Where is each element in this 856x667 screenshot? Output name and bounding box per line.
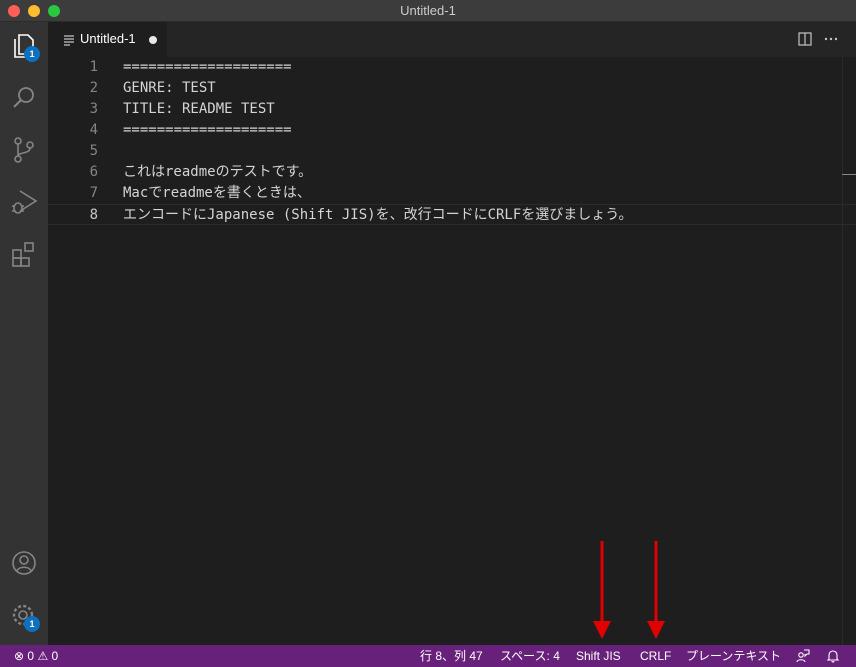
- warning-count: 0: [51, 649, 59, 663]
- title-bar: Untitled-1: [0, 0, 856, 22]
- code-line[interactable]: 3 TITLE: README TEST: [48, 99, 856, 120]
- code-line[interactable]: 4 ====================: [48, 120, 856, 141]
- more-actions-icon[interactable]: [823, 31, 839, 47]
- accounts-button[interactable]: [8, 547, 40, 579]
- tab-label: Untitled-1: [80, 31, 136, 46]
- search-button[interactable]: [8, 82, 40, 114]
- error-count: 0: [27, 649, 35, 663]
- unsaved-dot-icon[interactable]: [149, 36, 157, 44]
- line-number: 1: [89, 59, 98, 75]
- encoding-status[interactable]: Shift JIS: [576, 649, 621, 663]
- manage-button[interactable]: 1: [8, 599, 40, 632]
- editor[interactable]: 1 ==================== 2 GENRE: TEST 3 T…: [48, 57, 856, 645]
- current-code-line[interactable]: 8 エンコードにJapanese (Shift JIS)を、改行コードにCRLF…: [48, 204, 856, 225]
- source-control-button[interactable]: [8, 134, 40, 166]
- window-title: Untitled-1: [400, 3, 456, 18]
- annotation-arrow-eol: [647, 541, 665, 639]
- line-text[interactable]: ====================: [123, 120, 292, 141]
- line-text[interactable]: GENRE: TEST: [123, 78, 216, 99]
- code-line[interactable]: 7 Macでreadmeを書くときは、: [48, 183, 856, 204]
- line-number: 7: [89, 185, 98, 201]
- line-text[interactable]: エンコードにJapanese (Shift JIS)を、改行コードにCRLFを選…: [123, 205, 632, 226]
- source-control-icon: [14, 137, 34, 163]
- tabs-bar: Untitled-1: [48, 22, 856, 57]
- feedback-icon[interactable]: [796, 649, 810, 663]
- annotation-arrow-encoding: [593, 541, 611, 639]
- line-number: 6: [89, 164, 98, 180]
- line-number: 2: [89, 80, 98, 96]
- line-number: 3: [89, 101, 98, 117]
- line-text[interactable]: TITLE: README TEST: [123, 99, 275, 120]
- scrollbar-cursor-marker[interactable]: [842, 174, 856, 175]
- language-mode[interactable]: プレーンテキスト: [686, 649, 781, 663]
- line-text[interactable]: Macでreadmeを書くときは、: [123, 183, 311, 204]
- code-line[interactable]: 2 GENRE: TEST: [48, 78, 856, 99]
- line-number: 4: [89, 122, 98, 138]
- explorer-badge: 1: [24, 46, 40, 62]
- bell-icon[interactable]: [826, 649, 840, 663]
- cursor-position[interactable]: 行 8、列 47: [420, 649, 483, 663]
- error-icon: ⊗: [14, 649, 25, 663]
- line-text[interactable]: これはreadmeのテストです。: [123, 162, 312, 183]
- manage-badge: 1: [24, 616, 40, 632]
- problems-status[interactable]: ⊗ 0 ⚠ 0: [14, 649, 58, 663]
- search-icon: [13, 87, 34, 108]
- status-bar: ⊗ 0 ⚠ 0 行 8、列 47 スペース: 4 Shift JIS CRLF …: [0, 645, 856, 667]
- warning-icon: ⚠: [37, 649, 49, 663]
- activity-bar: 1 1: [0, 22, 48, 645]
- extensions-icon: [12, 242, 34, 267]
- plain-text-file-icon: [64, 35, 74, 46]
- line-text[interactable]: ====================: [123, 57, 292, 78]
- code-line[interactable]: 6 これはreadmeのテストです。: [48, 162, 856, 183]
- overview-ruler: [842, 57, 843, 645]
- split-editor-icon[interactable]: [797, 31, 813, 47]
- eol-status[interactable]: CRLF: [640, 649, 671, 663]
- run-debug-button[interactable]: [8, 186, 40, 218]
- account-icon: [12, 551, 36, 575]
- run-debug-icon: [12, 190, 38, 214]
- line-number: 8: [89, 207, 98, 223]
- code-line[interactable]: 5: [48, 141, 856, 162]
- extensions-button[interactable]: [8, 238, 40, 270]
- explorer-button[interactable]: 1: [8, 30, 40, 62]
- tab-untitled-1[interactable]: Untitled-1: [48, 22, 168, 57]
- indentation-status[interactable]: スペース: 4: [500, 649, 560, 663]
- code-line[interactable]: 1 ====================: [48, 57, 856, 78]
- line-number: 5: [89, 143, 98, 159]
